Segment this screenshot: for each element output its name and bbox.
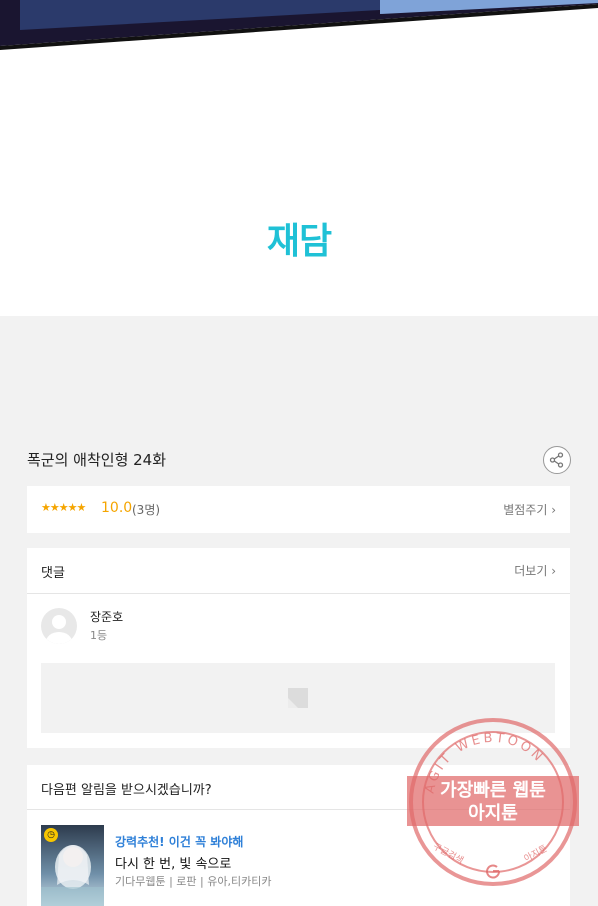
clock-icon: ◷ [44, 828, 58, 842]
divider [27, 593, 570, 594]
user-icon [46, 615, 72, 644]
watermark-stamp: AGIT WEBTOON 가장빠른 웹툰 아지툰 구글검색 아지툰 [407, 718, 579, 886]
stamp-main-line2: 아지툰 [468, 803, 518, 824]
avatar [41, 608, 77, 644]
comments-more-link[interactable]: 더보기 › [514, 562, 556, 579]
brand-logo: 재담 [266, 221, 332, 262]
comic-panel-edge [0, 0, 598, 50]
comments-heading: 댓글 [41, 566, 65, 581]
rating-card: ★★★★★ 10.0 (3명) 별점주기 › [27, 486, 570, 533]
rate-button[interactable]: 별점주기 › [503, 501, 556, 518]
episode-title: 폭군의 애착인형 24화 [27, 451, 167, 469]
notify-question: 다음편 알림을 받으시겠습니까? [41, 783, 212, 798]
share-icon [549, 452, 564, 468]
recommend-tag: 강력추천! 이건 꼭 봐야해 [115, 835, 244, 849]
stamp-bottom-right: 아지툰 [522, 843, 549, 864]
rating-count: (3명) [132, 503, 161, 517]
recommend-thumbnail[interactable]: ◷ [41, 825, 104, 906]
comment-author: 장준호 [90, 610, 124, 624]
stamp-main-line1: 가장빠른 웹툰 [440, 780, 546, 801]
rating-stars: ★★★★★ [41, 501, 86, 514]
recommend-title[interactable]: 다시 한 번, 빛 속으로 [115, 853, 231, 872]
recommend-meta: 기다무웹툰 | 로판 | 유아,티카티카 [115, 875, 272, 888]
rating-score: 10.0 [101, 500, 133, 516]
comic-panel: 재담 [0, 0, 598, 316]
comment-rank: 1등 [90, 629, 108, 642]
share-button[interactable] [543, 446, 571, 474]
